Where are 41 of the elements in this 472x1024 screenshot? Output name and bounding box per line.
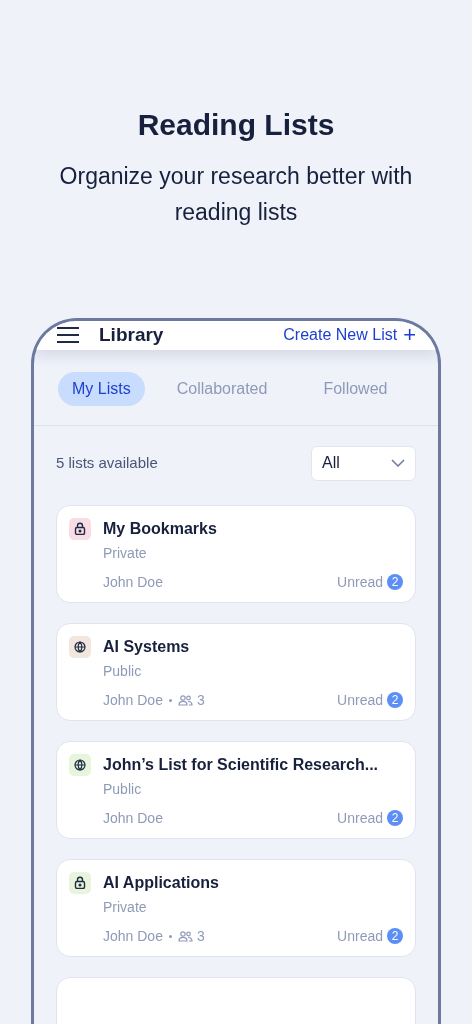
list-title: John’s List for Scientific Research... (103, 754, 380, 775)
member-count: 3 (196, 690, 205, 710)
list-count: 5 lists available (56, 452, 158, 473)
list-card[interactable]: John’s List for Scientific Research... Public John Doe Unread 2 (56, 740, 416, 839)
unread-count-badge: 2 (387, 574, 403, 590)
list-card[interactable]: My Bookmarks Private John Doe Unread 2 (56, 504, 416, 603)
unread-label: Unread (337, 572, 383, 592)
list-visibility: Public (103, 661, 143, 681)
unread-label: Unread (337, 690, 383, 710)
list-visibility: Public (103, 779, 143, 799)
unread-count-badge: 2 (387, 692, 403, 708)
list-card[interactable]: AI Systems Public John Doe 3 Unread 2 (56, 622, 416, 721)
lock-icon (74, 522, 86, 535)
list-owner: John Doe (103, 808, 163, 828)
app-bar-title: Library (99, 323, 164, 347)
page-title: Reading Lists (137, 107, 335, 143)
list-visibility: Private (103, 543, 148, 563)
list-title: AI Applications (103, 872, 220, 893)
create-list-button[interactable]: Create New List + (283, 323, 416, 348)
unread-label: Unread (337, 926, 383, 946)
list-visibility: Private (103, 897, 148, 917)
menu-icon[interactable] (56, 327, 80, 344)
tab[interactable]: My Lists (58, 371, 145, 406)
list-title: My Bookmarks (103, 518, 218, 539)
unread-count-badge: 2 (387, 928, 403, 944)
list-owner: John Doe (103, 572, 163, 592)
globe-icon (74, 758, 86, 771)
page-subtitle: Organize your research better with reading lists (58, 162, 414, 227)
unread-label: Unread (337, 808, 383, 828)
lock-icon (74, 876, 86, 889)
people-icon (177, 694, 193, 706)
filter-dropdown[interactable]: All (311, 445, 416, 481)
list-owner: John Doe (103, 690, 163, 710)
globe-icon (74, 640, 86, 653)
member-count: 3 (196, 926, 205, 946)
list-owner: John Doe (103, 926, 163, 946)
people-icon (177, 930, 193, 942)
unread-count-badge: 2 (387, 810, 403, 826)
chevron-down-icon (391, 459, 405, 467)
list-title: AI Systems (103, 636, 191, 657)
list-card[interactable]: AI Applications Private John Doe 3 Unread 2 (56, 858, 416, 957)
